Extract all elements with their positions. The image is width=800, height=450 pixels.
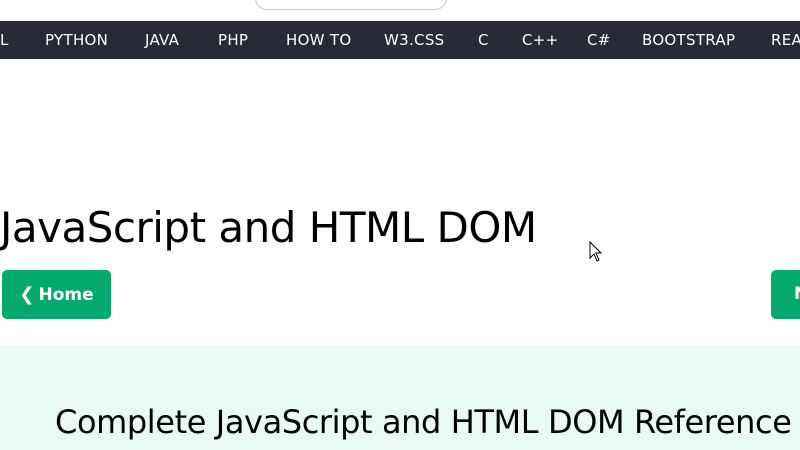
nav-item-html[interactable]: L xyxy=(0,21,9,59)
home-button-label: Home xyxy=(38,284,94,305)
top-navigation: L PYTHON JAVA PHP HOW TO W3.CSS C C++ C#… xyxy=(0,21,800,59)
search-input[interactable] xyxy=(255,0,447,10)
nav-item-cpp[interactable]: C++ xyxy=(522,21,559,59)
nav-item-java[interactable]: JAVA xyxy=(145,21,179,59)
nav-item-bootstrap[interactable]: BOOTSTRAP xyxy=(642,21,735,59)
nav-item-php[interactable]: PHP xyxy=(218,21,248,59)
chevron-left-icon: ❮ xyxy=(19,284,35,305)
home-button[interactable]: ❮ Home xyxy=(2,270,111,319)
nav-item-how-to[interactable]: HOW TO xyxy=(286,21,351,59)
page-title: JavaScript and HTML DOM xyxy=(0,203,537,252)
nav-item-c[interactable]: C xyxy=(478,21,489,59)
next-button[interactable]: N xyxy=(771,270,800,319)
page: L PYTHON JAVA PHP HOW TO W3.CSS C C++ C#… xyxy=(0,0,800,450)
mouse-cursor-icon xyxy=(589,241,603,262)
nav-item-python[interactable]: PYTHON xyxy=(45,21,108,59)
next-button-label: N xyxy=(794,284,800,304)
nav-item-react[interactable]: REA xyxy=(771,21,800,59)
reference-heading: Complete JavaScript and HTML DOM Referen… xyxy=(55,403,792,441)
nav-item-csharp[interactable]: C# xyxy=(587,21,611,59)
nav-item-w3css[interactable]: W3.CSS xyxy=(384,21,444,59)
